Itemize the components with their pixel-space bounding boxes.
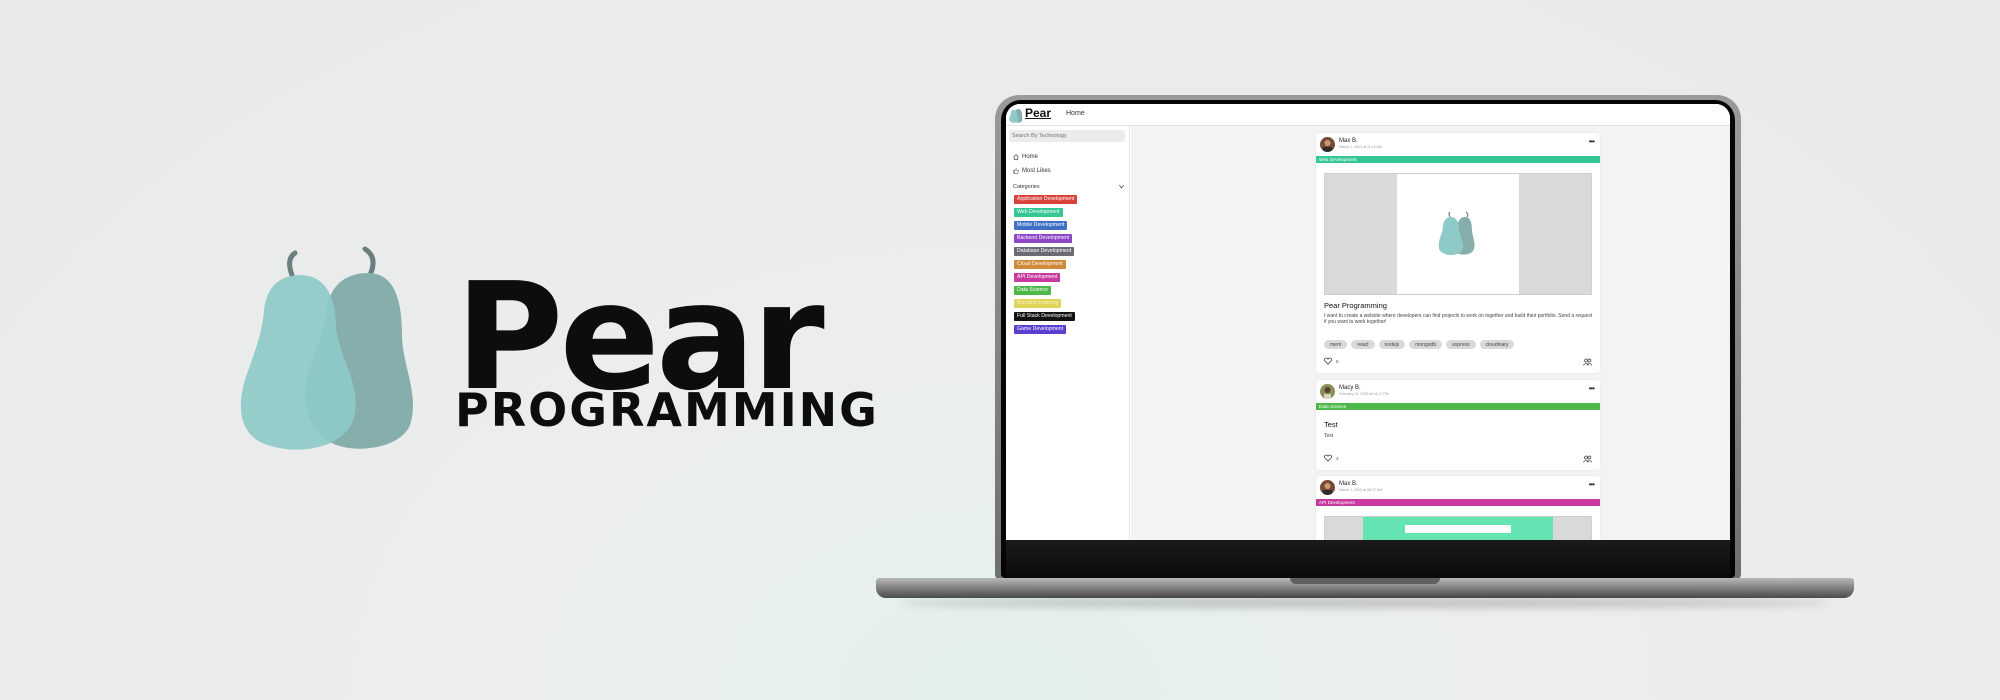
post-tags: mern react nodejs mongodb express cloudi… xyxy=(1324,340,1515,349)
category-list: Application Development Web Development … xyxy=(1014,195,1078,338)
sidebar-item-home[interactable]: Home xyxy=(1013,154,1038,160)
post-title[interactable]: Pear Programming xyxy=(1324,301,1387,310)
sidebar-item-label: Most Likes xyxy=(1022,168,1051,174)
category-machine-learning[interactable]: Machine Learning xyxy=(1014,299,1062,308)
category-backend-development[interactable]: Backend Development xyxy=(1014,234,1073,243)
category-application-development[interactable]: Application Development xyxy=(1014,195,1078,204)
post-image-content xyxy=(1405,525,1511,533)
heart-icon xyxy=(1324,357,1332,365)
pear-logo-icon xyxy=(240,246,414,450)
app-topbar: Pear Home xyxy=(1006,104,1730,126)
categories-toggle[interactable]: Categories xyxy=(1013,184,1125,190)
home-icon xyxy=(1013,154,1019,160)
more-options-icon[interactable]: ••• xyxy=(1589,384,1595,393)
like-button[interactable]: 2 xyxy=(1324,454,1339,462)
brand-subtitle: PROGRAMMING xyxy=(455,383,879,437)
category-mobile-development[interactable]: Mobile Development xyxy=(1014,221,1068,230)
avatar-photo-icon xyxy=(1320,384,1335,399)
category-game-development[interactable]: Game Development xyxy=(1014,325,1067,334)
like-count: 5 xyxy=(1336,358,1339,364)
heart-icon xyxy=(1324,454,1332,462)
post-image-canvas xyxy=(1397,174,1519,294)
sidebar: Home Most Likes Categories Application D… xyxy=(1006,126,1130,540)
post-image-canvas xyxy=(1363,517,1553,540)
tag-chip[interactable]: react xyxy=(1351,340,1375,349)
post-description: Test xyxy=(1324,433,1334,439)
post-category-label: Web Development xyxy=(1319,157,1357,162)
post-category-band[interactable]: API Development xyxy=(1316,499,1600,506)
app-logo-icon[interactable] xyxy=(1009,107,1023,123)
post-timestamp: March 1, 2023 at 11:10 AM xyxy=(1339,145,1382,149)
collaborators-icon[interactable] xyxy=(1583,358,1592,366)
tag-chip[interactable]: cloudinary xyxy=(1479,340,1515,349)
sidebar-item-most-likes[interactable]: Most Likes xyxy=(1013,168,1051,174)
post-card[interactable]: Max B. March 1, 2023 at 06:37 AM ••• API… xyxy=(1316,476,1600,540)
nav-home-link[interactable]: Home xyxy=(1066,110,1085,117)
post-description: I want to create a website where develop… xyxy=(1324,313,1593,326)
like-button[interactable]: 5 xyxy=(1324,357,1339,365)
collaborators-icon[interactable] xyxy=(1583,455,1592,463)
post-title[interactable]: Test xyxy=(1324,420,1338,429)
post-image[interactable] xyxy=(1324,173,1592,295)
post-author[interactable]: Max B. xyxy=(1339,138,1358,144)
app-name-link[interactable]: Pear xyxy=(1025,106,1051,120)
laptop-screen: Pear Home Home Most Likes Categories App… xyxy=(1006,104,1730,540)
category-full-stack-development[interactable]: Full Stack Development xyxy=(1014,312,1075,321)
avatar-photo-icon xyxy=(1320,480,1335,495)
laptop-notch xyxy=(1290,578,1440,584)
post-author[interactable]: Macy B. xyxy=(1339,385,1361,391)
post-image[interactable] xyxy=(1324,516,1592,540)
avatar[interactable] xyxy=(1320,137,1335,152)
post-feed: Max B. March 1, 2023 at 11:10 AM ••• Web… xyxy=(1131,126,1730,540)
post-category-label: API Development xyxy=(1319,500,1355,505)
laptop-shadow xyxy=(900,598,1830,608)
post-card[interactable]: Macy B. February 14, 2023 at 04:17 PM ••… xyxy=(1316,380,1600,470)
more-options-icon[interactable]: ••• xyxy=(1589,480,1595,489)
sidebar-item-label: Home xyxy=(1022,154,1039,160)
brand-lockup: Pear PROGRAMMING xyxy=(240,245,877,455)
post-category-label: Data Science xyxy=(1319,404,1347,409)
pear-image-icon xyxy=(1438,211,1475,256)
post-timestamp: March 1, 2023 at 06:37 AM xyxy=(1339,488,1383,492)
keyboard-reflection xyxy=(1006,540,1730,578)
categories-label: Categories xyxy=(1013,184,1040,190)
thumbs-up-icon xyxy=(1013,168,1019,174)
post-card[interactable]: Max B. March 1, 2023 at 11:10 AM ••• Web… xyxy=(1316,133,1600,373)
post-timestamp: February 14, 2023 at 04:17 PM xyxy=(1339,392,1389,396)
post-category-band[interactable]: Web Development xyxy=(1316,156,1600,163)
like-count: 2 xyxy=(1336,455,1339,461)
chevron-down-icon xyxy=(1119,184,1124,189)
category-api-development[interactable]: API Development xyxy=(1014,273,1061,282)
more-options-icon[interactable]: ••• xyxy=(1589,137,1595,146)
tag-chip[interactable]: mongodb xyxy=(1409,340,1443,349)
post-category-band[interactable]: Data Science xyxy=(1316,403,1600,410)
avatar[interactable] xyxy=(1320,384,1335,399)
tag-chip[interactable]: nodejs xyxy=(1378,340,1406,349)
category-database-development[interactable]: Database Development xyxy=(1014,247,1075,256)
tag-chip[interactable]: express xyxy=(1446,340,1476,349)
category-cloud-development[interactable]: Cloud Development xyxy=(1014,260,1066,269)
category-web-development[interactable]: Web Development xyxy=(1014,208,1063,217)
post-author[interactable]: Max B. xyxy=(1339,481,1358,487)
avatar[interactable] xyxy=(1320,480,1335,495)
category-data-science[interactable]: Data Science xyxy=(1014,286,1051,295)
avatar-photo-icon xyxy=(1320,137,1335,152)
tag-chip[interactable]: mern xyxy=(1324,340,1348,349)
search-input[interactable] xyxy=(1009,130,1125,142)
